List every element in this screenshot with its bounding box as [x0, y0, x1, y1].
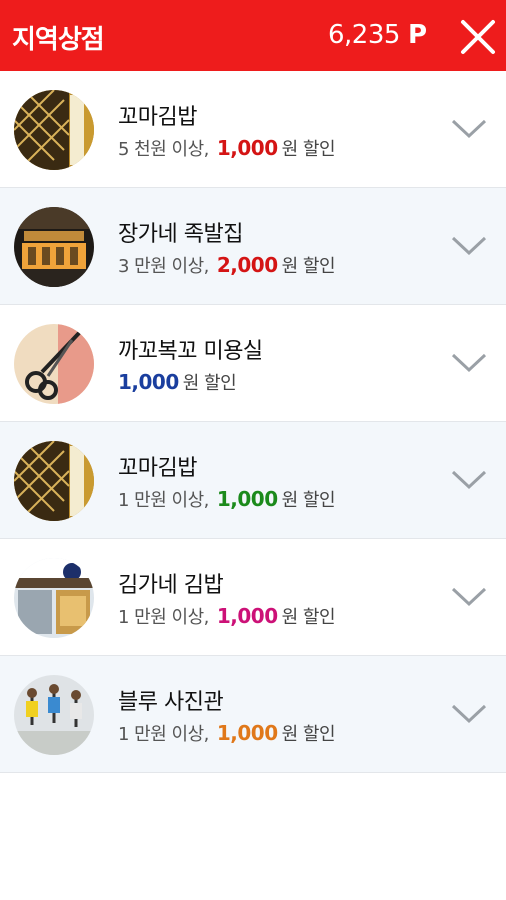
chevron-down-icon[interactable]	[450, 468, 488, 492]
discount-condition: 1 만원 이상,	[118, 724, 209, 745]
jumping-people-photo	[14, 675, 94, 755]
store-row[interactable]: 꼬마김밥 5 천원 이상, 1,000 원 할인	[0, 71, 506, 188]
store-row[interactable]: 까꼬복꼬 미용실 1,000 원 할인	[0, 305, 506, 422]
store-discount: 3 만원 이상, 2,000 원 할인	[118, 252, 336, 278]
close-icon[interactable]	[458, 17, 498, 57]
store-name: 블루 사진관	[118, 690, 224, 715]
discount-suffix: 원 할인	[281, 256, 336, 277]
store-name: 까꼬복꼬 미용실	[118, 339, 263, 364]
store-discount: 5 천원 이상, 1,000 원 할인	[118, 135, 336, 161]
store-name: 김가네 김밥	[118, 573, 224, 598]
discount-amount: 1,000	[216, 136, 278, 160]
points-balance: 6,235 P	[328, 20, 427, 50]
discount-suffix: 원 할인	[281, 490, 336, 511]
kimbap-storefront-photo	[14, 558, 94, 638]
chevron-down-icon[interactable]	[450, 351, 488, 375]
store-name: 장가네 족발집	[118, 222, 243, 247]
kimbap-shop-photo	[14, 441, 94, 521]
app-header: 지역상점 6,235 P	[0, 0, 506, 71]
store-discount: 1,000 원 할인	[118, 369, 237, 395]
discount-amount: 1,000	[216, 604, 278, 628]
store-name: 꼬마김밥	[118, 456, 197, 481]
store-name: 꼬마김밥	[118, 105, 197, 130]
points-value: 6,235	[328, 20, 400, 50]
discount-condition: 3 만원 이상,	[118, 256, 209, 277]
chevron-down-icon[interactable]	[450, 702, 488, 726]
jokbal-shop-photo	[14, 207, 94, 287]
discount-condition: 1 만원 이상,	[118, 490, 209, 511]
discount-amount: 1,000	[118, 370, 179, 394]
chevron-down-icon[interactable]	[450, 234, 488, 258]
store-row[interactable]: 블루 사진관 1 만원 이상, 1,000 원 할인	[0, 656, 506, 773]
discount-suffix: 원 할인	[182, 373, 237, 394]
points-unit: P	[407, 20, 427, 50]
scissors-photo	[14, 324, 94, 404]
chevron-down-icon[interactable]	[450, 117, 488, 141]
store-row[interactable]: 김가네 김밥 1 만원 이상, 1,000 원 할인	[0, 539, 506, 656]
chevron-down-icon[interactable]	[450, 585, 488, 609]
discount-amount: 1,000	[216, 487, 278, 511]
page-title: 지역상점	[12, 25, 105, 55]
discount-condition: 5 천원 이상,	[118, 139, 209, 160]
store-row[interactable]: 꼬마김밥 1 만원 이상, 1,000 원 할인	[0, 422, 506, 539]
kimbap-shop-photo	[14, 90, 94, 170]
discount-suffix: 원 할인	[281, 607, 336, 628]
discount-suffix: 원 할인	[281, 724, 336, 745]
store-discount: 1 만원 이상, 1,000 원 할인	[118, 603, 336, 629]
store-row[interactable]: 장가네 족발집 3 만원 이상, 2,000 원 할인	[0, 188, 506, 305]
discount-condition: 1 만원 이상,	[118, 607, 209, 628]
store-discount: 1 만원 이상, 1,000 원 할인	[118, 720, 336, 746]
store-discount: 1 만원 이상, 1,000 원 할인	[118, 486, 336, 512]
discount-amount: 1,000	[216, 721, 278, 745]
store-list: 꼬마김밥 5 천원 이상, 1,000 원 할인 장가네 족발집 3 만원 이상, 2…	[0, 71, 506, 773]
discount-suffix: 원 할인	[281, 139, 336, 160]
discount-amount: 2,000	[216, 253, 278, 277]
